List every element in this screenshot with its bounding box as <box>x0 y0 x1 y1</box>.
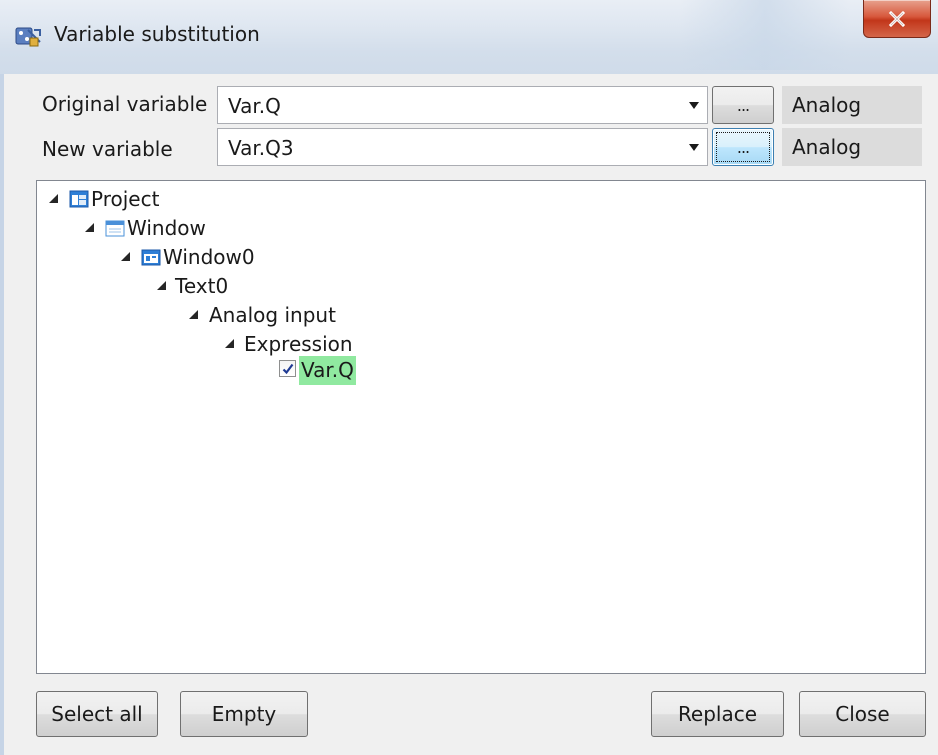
browse-button-label: ... <box>736 138 750 157</box>
tree-node-label: Expression <box>244 332 353 356</box>
empty-button[interactable]: Empty <box>180 691 308 737</box>
title-bar[interactable]: Variable substitution <box>0 0 938 74</box>
tree-node-label: Analog input <box>209 303 336 327</box>
original-variable-type: Analog <box>782 86 922 124</box>
tree-node-label: Text0 <box>175 274 229 298</box>
new-variable-type-text: Analog <box>792 135 862 159</box>
tree-expanded-icon[interactable] <box>157 281 166 290</box>
window-title: Variable substitution <box>54 22 260 46</box>
tree-node-label: Project <box>91 187 160 211</box>
chevron-down-icon[interactable] <box>689 144 699 151</box>
close-button[interactable]: Close <box>799 691 926 737</box>
window-edge <box>0 74 4 755</box>
close-icon <box>888 10 906 27</box>
variable-substitution-app-icon <box>14 24 42 48</box>
tree-expanded-icon[interactable] <box>85 223 94 232</box>
window-close-button[interactable] <box>863 0 931 38</box>
browse-button-label: ... <box>736 96 750 115</box>
new-variable-combobox[interactable]: Var.Q3 <box>217 128 708 166</box>
replace-button[interactable]: Replace <box>651 691 784 737</box>
window-folder-icon <box>105 218 125 238</box>
chevron-down-icon[interactable] <box>689 102 699 109</box>
original-variable-combobox[interactable]: Var.Q <box>217 86 708 124</box>
new-variable-type: Analog <box>782 128 922 166</box>
tree-expanded-icon[interactable] <box>121 252 130 261</box>
tree-node-label: Window0 <box>163 245 255 269</box>
original-variable-label: Original variable <box>42 92 208 116</box>
original-variable-value: Var.Q <box>228 94 281 118</box>
variable-substitution-dialog: Variable substitution Original variable … <box>0 0 938 755</box>
tree-node-label: Window <box>127 216 206 240</box>
select-all-button[interactable]: Select all <box>36 691 158 737</box>
substitution-tree[interactable]: Project Window Window0 Text0 Analog inpu… <box>36 180 926 674</box>
new-variable-value: Var.Q3 <box>228 136 294 160</box>
tree-expanded-icon[interactable] <box>49 194 58 203</box>
original-variable-browse-button[interactable]: ... <box>712 86 774 124</box>
tree-node-label: Var.Q <box>299 356 356 385</box>
tree-expanded-icon[interactable] <box>225 339 234 348</box>
var-q-checkbox[interactable] <box>279 360 296 377</box>
original-variable-type-text: Analog <box>792 93 862 117</box>
project-icon <box>69 189 89 209</box>
new-variable-label: New variable <box>42 137 173 161</box>
new-variable-browse-button[interactable]: ... <box>712 128 774 166</box>
window-screen-icon <box>141 247 161 267</box>
tree-expanded-icon[interactable] <box>189 310 198 319</box>
